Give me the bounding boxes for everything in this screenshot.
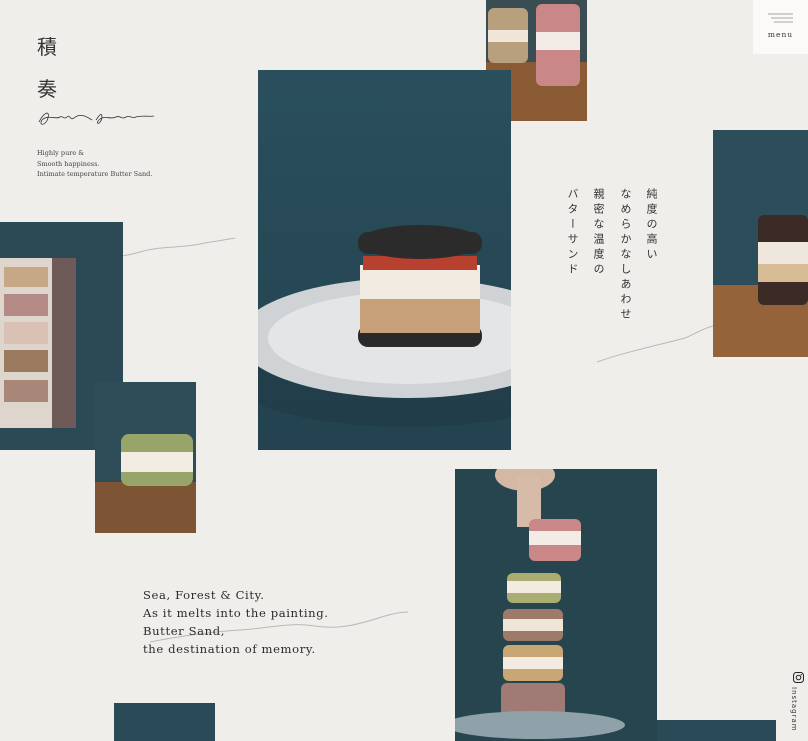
brand-title-char-1: 積 <box>37 35 59 59</box>
tagline: Highly pure & Smooth happiness. Intimate… <box>37 148 152 180</box>
vertical-copy-line-3: 親密な温度の <box>592 188 605 278</box>
hero-photo-black-butter-sand <box>258 70 511 450</box>
message-line-1: Sea, Forest & City. <box>143 588 265 602</box>
menu-button[interactable]: menu <box>753 0 808 54</box>
signature-logo <box>38 112 155 125</box>
product-photo-bottom-right <box>657 720 776 741</box>
instagram-label: Instagram <box>790 687 798 732</box>
message-line-4: the destination of memory. <box>143 642 316 656</box>
hamburger-icon <box>768 13 793 23</box>
instagram-icon <box>792 672 804 683</box>
instagram-link[interactable]: Instagram <box>790 672 806 732</box>
product-photo-right-stack <box>713 130 808 357</box>
message-line-3: Butter Sand, <box>143 624 226 638</box>
tagline-line-1: Highly pure & <box>37 149 85 157</box>
tagline-line-3: Intimate temperature Butter Sand. <box>37 170 153 178</box>
menu-label: menu <box>767 30 794 39</box>
brand-logo[interactable]: 積 奏 <box>37 26 59 110</box>
product-photo-matcha-sand <box>95 382 196 533</box>
product-photo-bottom-left <box>114 703 215 741</box>
message-line-2: As it melts into the painting. <box>143 606 329 620</box>
vertical-copy-line-2: なめらかなしあわせ <box>619 188 632 323</box>
tagline-line-2: Smooth happiness. <box>37 159 100 168</box>
product-photo-stacked-sands <box>455 469 657 741</box>
brand-message: Sea, Forest & City. As it melts into the… <box>143 586 329 658</box>
vertical-copy-line-4: バターサンド <box>566 188 579 278</box>
vertical-copy-line-1: 純度の高い <box>645 188 658 263</box>
